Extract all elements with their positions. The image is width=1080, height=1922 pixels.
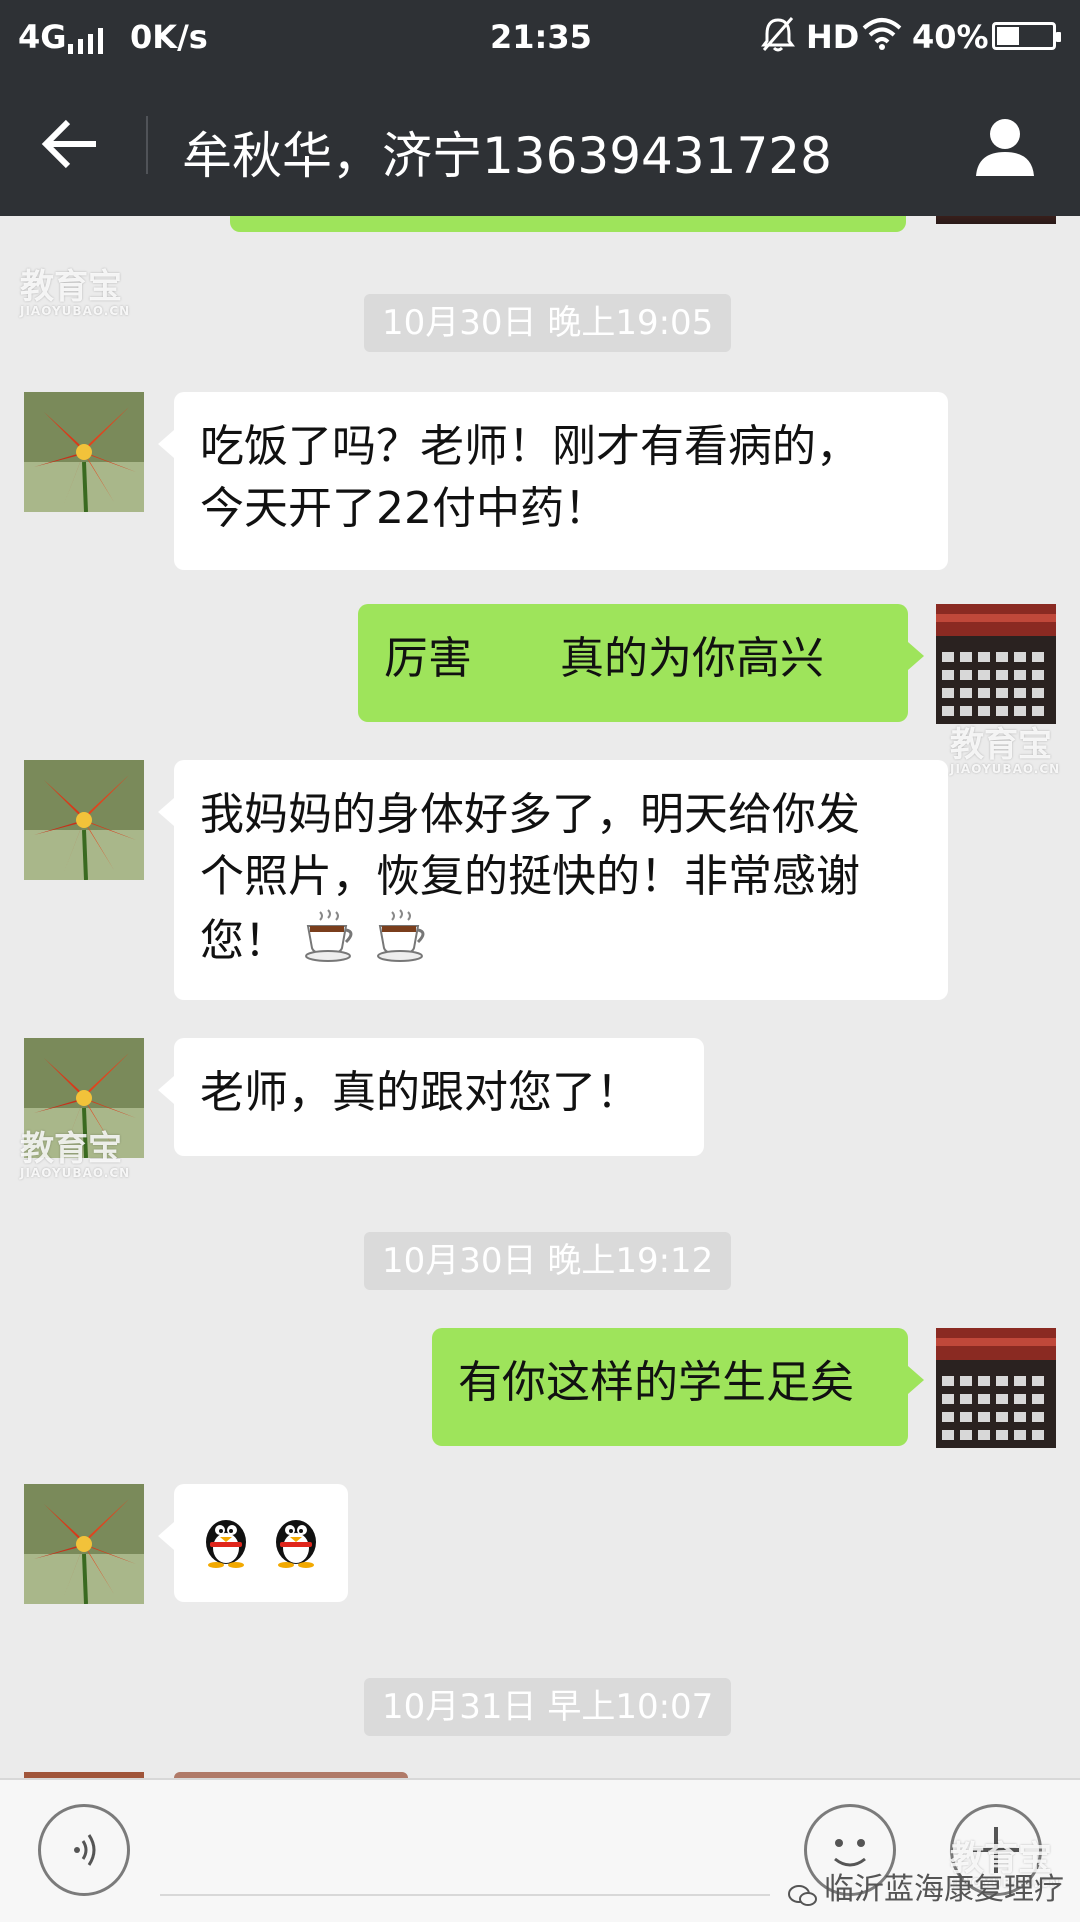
message-text: 个照片，恢复的挺快的！非常感谢	[200, 851, 860, 902]
network-speed: 0K/s	[130, 18, 208, 56]
message-text: 今天开了22付中药！	[200, 483, 608, 534]
network-type: 4G	[18, 18, 67, 56]
contact-avatar[interactable]	[24, 760, 144, 880]
battery-icon	[992, 22, 1061, 50]
incoming-message-bubble[interactable]: 老师，真的跟对您了！	[158, 1038, 704, 1156]
penguin-icon	[268, 1510, 324, 1585]
my-avatar[interactable]	[936, 604, 1056, 724]
incoming-message-bubble[interactable]	[158, 1484, 348, 1602]
outgoing-message-bubble[interactable]: 厉害 真的为你高兴	[358, 604, 924, 722]
clock: 21:35	[490, 18, 592, 56]
voice-input-button[interactable]	[38, 1804, 130, 1896]
penguin-icon	[198, 1510, 254, 1585]
voice-icon	[74, 1834, 96, 1866]
coffee-cup-icon	[302, 908, 360, 979]
message-text: 我妈妈的身体好多了，明天给你发	[200, 789, 860, 840]
message-text: 您！	[200, 915, 288, 967]
timestamp: 10月31日 早上10:07	[364, 1678, 732, 1736]
message-text: 吃饭了吗？老师！刚才有看病的，	[200, 421, 860, 472]
message-input[interactable]	[160, 1894, 770, 1896]
alarm-off-icon	[758, 14, 798, 62]
my-avatar[interactable]	[936, 1328, 1056, 1448]
incoming-message-bubble[interactable]: 我妈妈的身体好多了，明天给你发 个照片，恢复的挺快的！非常感谢 您！	[158, 760, 948, 1000]
wifi-icon	[862, 16, 902, 58]
contact-avatar[interactable]	[24, 1484, 144, 1604]
header-divider	[146, 116, 148, 174]
hd-indicator: HD	[806, 18, 860, 56]
message-bubble-partial	[230, 216, 906, 232]
contact-profile-button[interactable]	[970, 112, 1040, 182]
watermark: 教育宝 JIAOYUBAO.CN	[20, 267, 131, 318]
contact-avatar[interactable]	[24, 392, 144, 512]
message-list[interactable]: 10月30日 晚上19:05 教育宝 JIAOYUBAO.CN 吃饭了吗？老师！刚…	[0, 216, 1080, 1778]
watermark: 教育宝 JIAOYUBAO.CN	[950, 725, 1061, 776]
message-text: 有你这样的学生足矣	[458, 1357, 854, 1408]
coffee-cup-icon	[374, 908, 432, 979]
outgoing-message-bubble[interactable]: 有你这样的学生足矣	[432, 1328, 924, 1446]
watermark: 教育宝 JIAOYUBAO.CN	[20, 1129, 131, 1180]
battery-percent: 40%	[912, 18, 989, 56]
timestamp: 10月30日 晚上19:05	[364, 294, 732, 352]
avatar-partial	[936, 216, 1056, 224]
brand-name: 临沂蓝海康复理疗	[824, 1872, 1064, 1907]
message-text: 老师，真的跟对您了！	[200, 1067, 640, 1118]
person-icon	[976, 119, 1034, 176]
chat-title: 牟秋华，济宁13639431728	[182, 127, 832, 185]
arrow-left-icon	[41, 119, 96, 169]
chat-header: 牟秋华，济宁13639431728	[0, 72, 1080, 216]
back-button[interactable]	[38, 112, 108, 176]
status-bar: 4G 0K/s 21:35 HD 40%	[0, 0, 1080, 72]
wechat-icon	[788, 1880, 818, 1906]
signal-icon	[66, 24, 110, 62]
brand-caption: 临沂蓝海康复理疗	[788, 1864, 1064, 1908]
timestamp: 10月30日 晚上19:12	[364, 1232, 732, 1290]
incoming-message-bubble[interactable]: 吃饭了吗？老师！刚才有看病的， 今天开了22付中药！	[158, 392, 948, 570]
message-text: 厉害 真的为你高兴	[384, 633, 824, 684]
